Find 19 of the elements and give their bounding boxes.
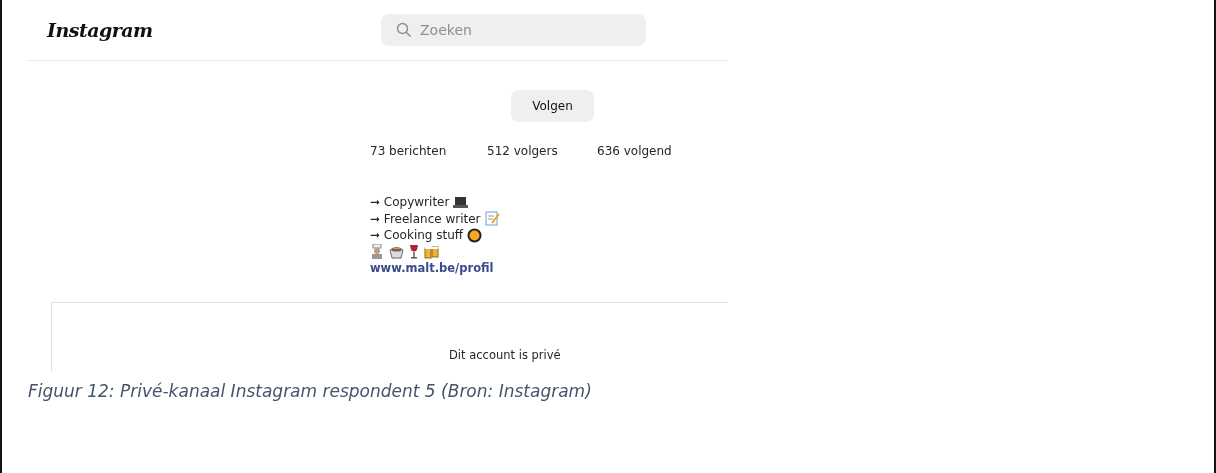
bio-line: ➞ Copywriter bbox=[370, 194, 450, 211]
profile-stat[interactable]: 73 berichten bbox=[370, 144, 487, 158]
profile-stat[interactable]: 512 volgers bbox=[487, 144, 597, 158]
bio-line: ➞ Freelance writer bbox=[370, 210, 481, 227]
figure-caption: Figuur 12: Privé-kanaal Instagram respondent 5 (Bron: Instagram) bbox=[28, 381, 593, 401]
profile-stat[interactable]: 636 volgend bbox=[597, 144, 672, 158]
private-notice: Dit account is privé bbox=[449, 348, 561, 362]
instagram-logo[interactable]: Instagram bbox=[47, 19, 381, 41]
chef-icon bbox=[370, 244, 384, 260]
bio-line: ➞ Cooking stuff bbox=[370, 227, 464, 244]
follow-button[interactable]: Volgen bbox=[511, 90, 594, 122]
beer-mugs-icon bbox=[424, 244, 440, 259]
laptop-icon bbox=[453, 196, 469, 208]
memo-icon bbox=[484, 211, 500, 227]
pan-icon bbox=[467, 227, 483, 243]
profile-link[interactable]: www.malt.be/profil bbox=[370, 261, 494, 275]
wine-glass-icon bbox=[409, 244, 419, 260]
bowl-icon bbox=[389, 244, 404, 259]
search-field[interactable]: Zoeken bbox=[381, 14, 646, 46]
